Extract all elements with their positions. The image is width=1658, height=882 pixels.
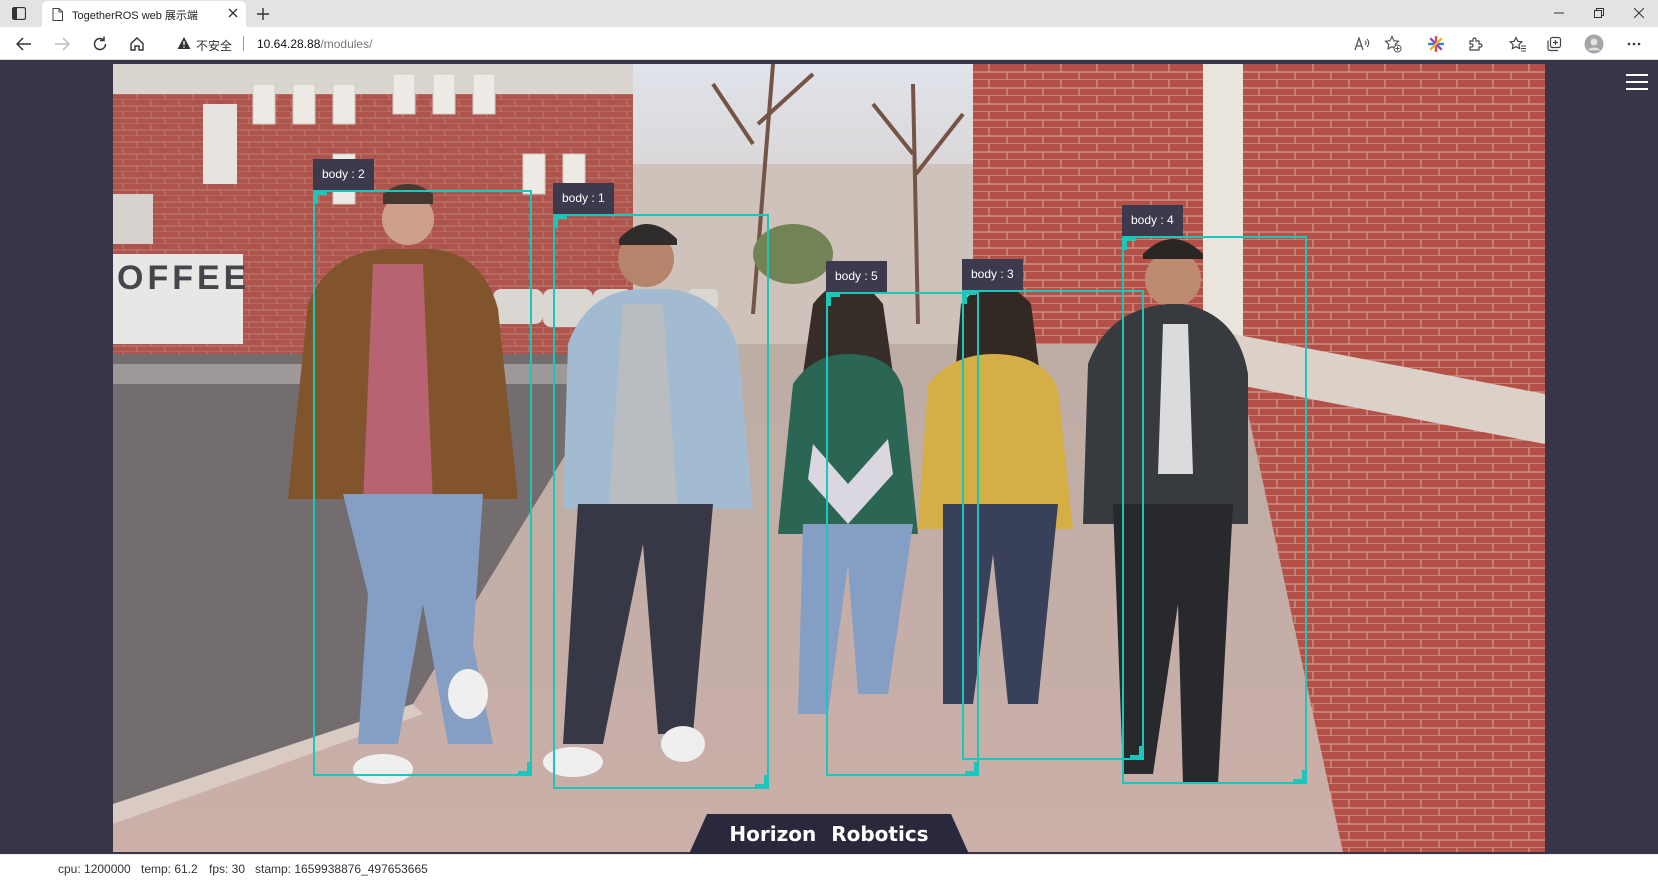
brand-banner: Horizon Robotics	[689, 814, 969, 854]
box-corner	[313, 190, 327, 204]
box-corner	[518, 762, 532, 776]
close-icon[interactable]	[226, 6, 240, 20]
collections-icon[interactable]	[1544, 34, 1564, 54]
refresh-icon[interactable]	[90, 34, 110, 54]
tab-bar: TogetherROS web 展示端	[0, 0, 1658, 27]
brand-logo-text: Horizon Robotics	[729, 822, 929, 846]
box-corner	[1122, 236, 1136, 250]
address-bar: 不安全 10.64.28.88/modules/	[0, 27, 1658, 60]
cpu-readout: cpu: 1200000	[58, 862, 131, 876]
detection-box-body-5	[826, 292, 979, 776]
detection-label: body : 4	[1122, 205, 1183, 236]
tab-actions-icon[interactable]	[10, 5, 28, 22]
url-host: 10.64.28.88	[257, 37, 321, 51]
box-corner	[962, 290, 976, 304]
url-field[interactable]: 不安全 10.64.28.88/modules/	[163, 30, 1403, 57]
box-corner	[965, 762, 979, 776]
plus-icon[interactable]	[254, 5, 272, 23]
warning-icon[interactable]	[177, 36, 191, 50]
video-stream: OFFEE body: 2 body: 1 body: 5 body: …	[113, 64, 1545, 852]
detection-label: body : 1	[553, 183, 614, 214]
status-bar: cpu: 1200000 temp: 61.2 fps: 30 stamp: 1…	[0, 854, 1658, 882]
box-corner	[826, 292, 840, 306]
back-icon[interactable]	[14, 34, 34, 54]
forward-icon[interactable]	[52, 34, 72, 54]
page-content: OFFEE body: 2 body: 1 body: 5 body: …	[0, 60, 1658, 854]
tab-title: TogetherROS web 展示端	[72, 10, 198, 22]
page-icon	[52, 8, 63, 21]
box-corner	[553, 214, 567, 228]
fps-readout: fps: 30	[209, 862, 246, 876]
temp-readout: temp: 61.2	[141, 862, 198, 876]
minimize-icon[interactable]	[1544, 3, 1574, 23]
add-favorite-icon[interactable]	[1383, 34, 1403, 54]
box-corner	[755, 775, 769, 789]
detection-box-body-2	[313, 190, 532, 776]
box-corner	[1293, 770, 1307, 784]
close-window-icon[interactable]	[1624, 3, 1654, 23]
profile-icon[interactable]	[1584, 34, 1604, 54]
more-icon[interactable]	[1624, 34, 1644, 54]
home-icon[interactable]	[127, 34, 147, 54]
timestamp-readout: stamp: 1659938876_497653665	[255, 862, 428, 876]
detection-box-body-3	[962, 290, 1144, 760]
detection-box-body-4	[1122, 236, 1307, 784]
detection-label: body : 5	[826, 261, 887, 292]
read-aloud-icon[interactable]	[1352, 34, 1372, 54]
url-path: /modules/	[320, 37, 373, 51]
extensions-icon[interactable]	[1465, 34, 1485, 54]
restore-icon[interactable]	[1584, 3, 1614, 23]
detection-box-body-1	[553, 214, 769, 789]
url-text[interactable]: 10.64.28.88/modules/	[257, 37, 372, 51]
active-tab[interactable]: TogetherROS web 展示端	[42, 1, 246, 27]
hamburger-menu-icon[interactable]	[1626, 73, 1650, 93]
extension-colorful-icon[interactable]	[1426, 34, 1446, 54]
favorites-icon[interactable]	[1508, 34, 1528, 54]
insecure-label[interactable]: 不安全	[196, 37, 232, 54]
detection-label: body : 2	[313, 159, 374, 190]
url-divider	[243, 36, 244, 51]
detection-label: body : 3	[962, 259, 1023, 290]
